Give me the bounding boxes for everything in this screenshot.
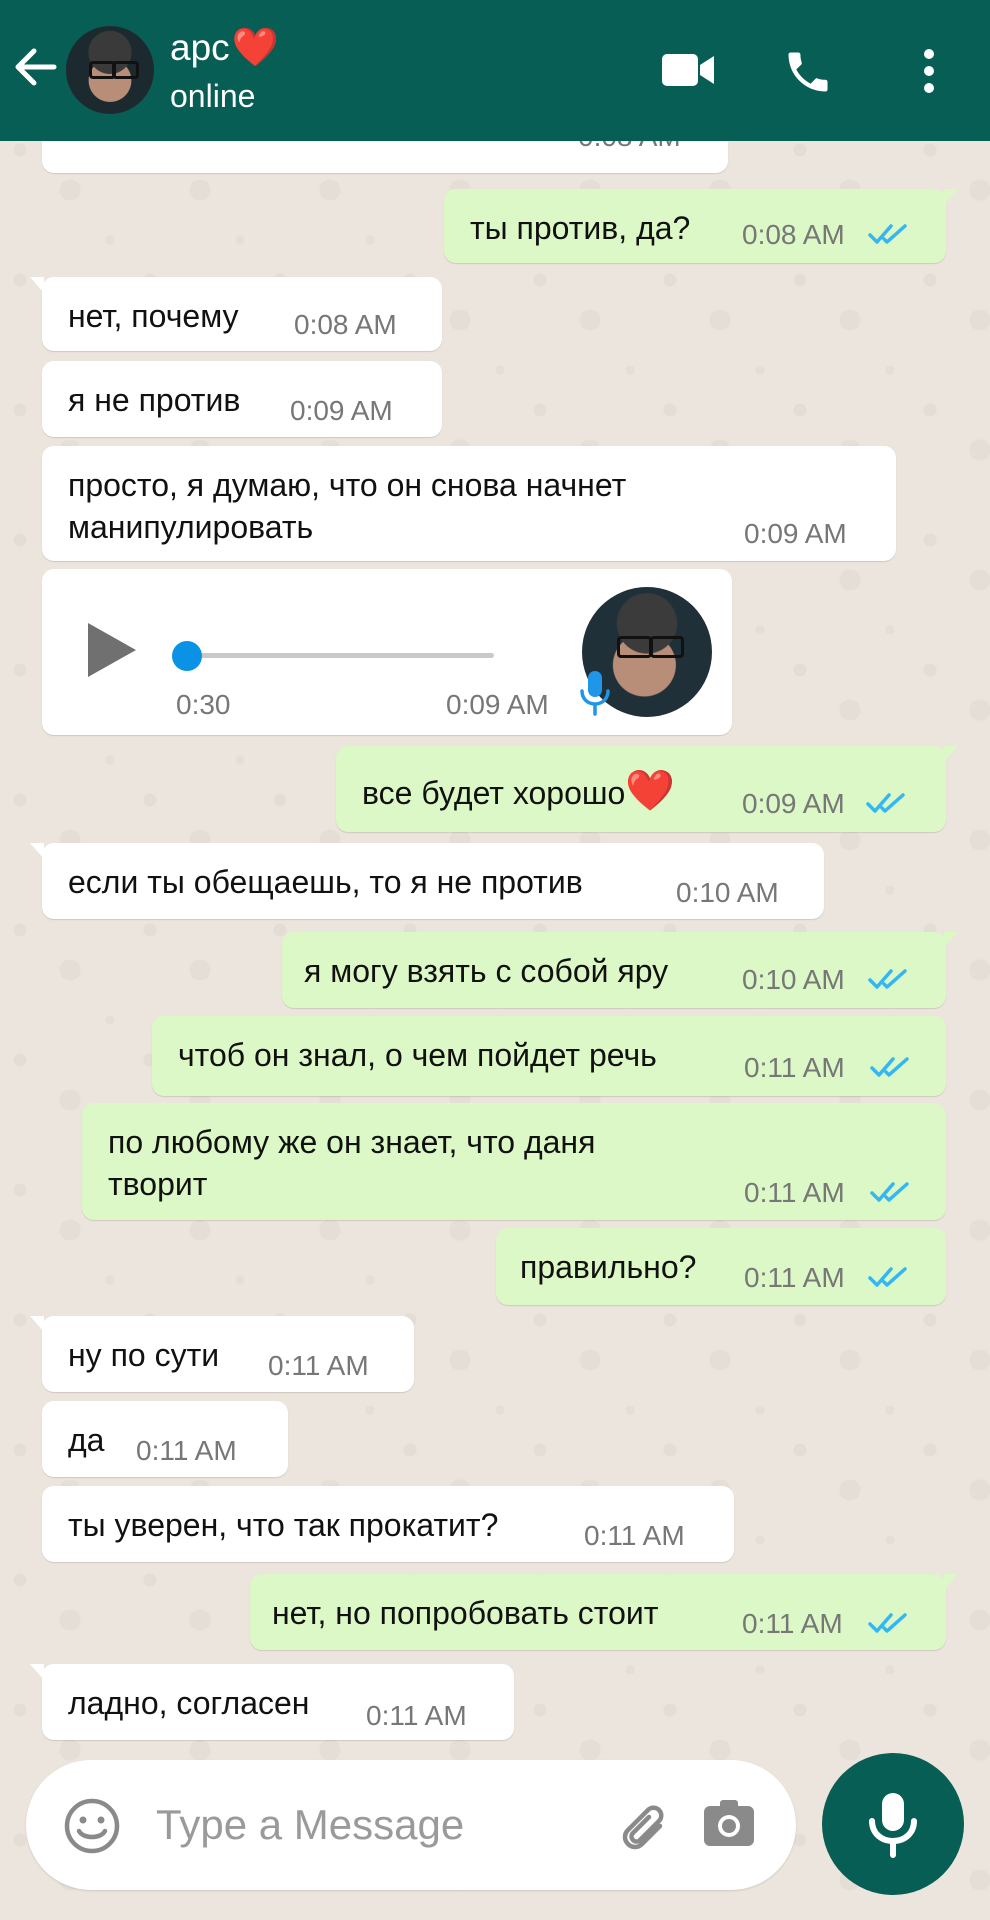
message-time: 0:08 AM: [294, 309, 397, 340]
message-bubble-incoming[interactable]: если ты обещаешь, то я не против 0:10 AM: [30, 843, 824, 919]
message-text: по любому же он знает, что даня творит: [108, 1124, 596, 1202]
contact-avatar[interactable]: [66, 26, 154, 114]
message-time: 0:09 AM: [744, 518, 847, 549]
read-ticks-icon: [868, 224, 907, 244]
message-time: 0:08 AM: [742, 219, 845, 250]
message-bubble-outgoing[interactable]: ты против, да? 0:08 AM: [444, 189, 958, 263]
attach-icon[interactable]: [614, 1800, 670, 1857]
chat-header: арс❤️ online: [0, 0, 990, 141]
message-time: 0:09 AM: [446, 689, 549, 720]
message-bubble-incoming[interactable]: да 0:11 AM: [42, 1401, 288, 1477]
message-time: 0:09 AM: [290, 395, 393, 426]
message-text: нет, но попробовать стоит: [272, 1595, 659, 1631]
voice-duration: 0:30: [176, 689, 231, 720]
message-time: 0:11 AM: [366, 1700, 467, 1731]
message-bubble-outgoing[interactable]: чтоб он знал, о чем пойдет речь 0:11 AM: [152, 1016, 946, 1096]
play-icon[interactable]: [84, 619, 140, 681]
voice-message-bubble[interactable]: 0:30 0:09 AM: [42, 569, 732, 735]
voice-record-button[interactable]: [822, 1753, 964, 1895]
message-text: чтоб он знал, о чем пойдет речь: [178, 1037, 657, 1073]
message-composer: [26, 1760, 796, 1890]
voice-progress-handle[interactable]: [172, 641, 202, 671]
message-text: ну по сути: [68, 1337, 220, 1373]
message-bubble-incoming[interactable]: я не против 0:09 AM: [42, 361, 442, 437]
message-bubble-incoming[interactable]: ты уверен, что так прокатит? 0:11 AM: [42, 1486, 734, 1562]
message-bubble-outgoing[interactable]: нет, но попробовать стоит 0:11 AM: [250, 1574, 958, 1650]
message-time: 0:11 AM: [744, 1262, 845, 1293]
message-bubble-outgoing[interactable]: правильно? 0:11 AM: [496, 1228, 946, 1305]
message-time: 0:09 AM: [742, 788, 845, 819]
back-arrow-icon[interactable]: [12, 44, 58, 90]
phone-icon[interactable]: [782, 46, 834, 103]
message-time: 0:11 AM: [584, 1520, 685, 1551]
message-text: да: [68, 1422, 105, 1458]
message-text: нет, почему: [68, 298, 239, 334]
message-text: ты против, да?: [470, 210, 691, 246]
message-time: 0:11 AM: [742, 1608, 843, 1639]
contact-status: online: [170, 78, 256, 114]
message-bubble-outgoing[interactable]: я могу взять с собой яру 0:10 AM: [282, 932, 958, 1008]
message-time: 0:10 AM: [676, 877, 779, 908]
chat-area[interactable]: 0:08 AM ты против, да? 0:08 AM нет, поче…: [0, 101, 990, 1741]
camera-icon[interactable]: [702, 1798, 756, 1853]
message-text: просто, я думаю, что он снова начнет ман…: [68, 467, 627, 545]
read-ticks-icon: [870, 1182, 909, 1202]
message-time: 0:11 AM: [268, 1350, 369, 1381]
read-ticks-icon: [868, 969, 907, 989]
message-time: 0:11 AM: [136, 1435, 237, 1466]
message-text: ты уверен, что так прокатит?: [68, 1507, 499, 1543]
message-time: 0:10 AM: [742, 964, 845, 995]
read-ticks-icon: [866, 793, 905, 813]
message-bubble-incoming[interactable]: ладно, согласен 0:11 AM: [30, 1664, 514, 1740]
mic-icon: [580, 671, 610, 716]
message-time: 0:11 AM: [744, 1052, 845, 1083]
read-ticks-icon: [868, 1613, 907, 1633]
message-text: ладно, согласен: [68, 1685, 310, 1721]
message-bubble-outgoing[interactable]: все будет хорошо❤️ 0:09 AM: [336, 746, 958, 832]
message-time: 0:11 AM: [744, 1177, 845, 1208]
message-bubble-incoming[interactable]: нет, почему 0:08 AM: [30, 277, 442, 351]
message-text: правильно?: [520, 1249, 697, 1285]
read-ticks-icon: [868, 1267, 907, 1287]
contact-name[interactable]: арс❤️: [170, 26, 279, 70]
read-ticks-icon: [870, 1057, 909, 1077]
message-bubble-incoming[interactable]: просто, я думаю, что он снова начнет ман…: [42, 446, 896, 561]
heart-emoji: ❤️: [625, 769, 676, 813]
message-bubble-incoming[interactable]: ну по сути 0:11 AM: [30, 1316, 414, 1392]
mic-icon: [869, 1793, 917, 1858]
message-text: я не против: [68, 382, 241, 418]
message-text: я могу взять с собой яру: [304, 953, 669, 989]
message-input[interactable]: [154, 1794, 498, 1856]
more-options-icon[interactable]: [918, 46, 940, 101]
voice-progress-track[interactable]: [182, 653, 494, 658]
message-bubble-outgoing[interactable]: по любому же он знает, что даня творит 0…: [82, 1103, 946, 1220]
emoji-icon[interactable]: [64, 1798, 120, 1859]
video-call-icon[interactable]: [660, 50, 716, 95]
heart-emoji: ❤️: [231, 27, 279, 69]
message-text: если ты обещаешь, то я не против: [68, 864, 583, 900]
message-text: все будет хорошо❤️: [362, 769, 676, 813]
